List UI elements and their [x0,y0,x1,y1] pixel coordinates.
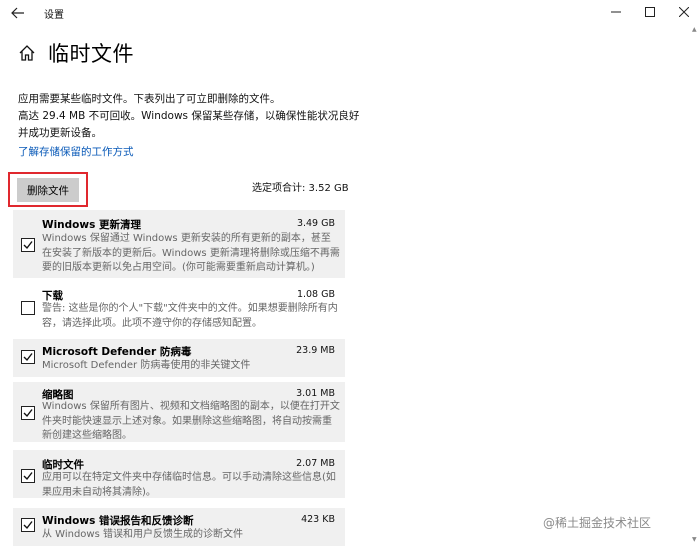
scrollbar[interactable] [690,26,700,546]
intro-text: 应用需要某些临时文件。下表列出了可立即删除的文件。 [18,93,281,105]
back-arrow-icon[interactable] [8,4,28,22]
list-item[interactable]: 缩略图 3.01 MB Windows 保留所有图片、视频和文档缩略图的副本，以便在… [13,382,345,442]
selected-total: 选定项合计: 3.52 GB [252,183,349,194]
item-size: 1.08 GB [296,289,335,300]
item-size: 3.01 MB [296,388,335,399]
item-name: 临时文件 [42,459,84,471]
item-name: Windows 更新清理 [42,219,141,231]
scroll-up-icon[interactable]: ▲ [692,26,697,33]
checkbox[interactable] [21,301,35,315]
item-description: 警告: 这些是你的个人"下载"文件夹中的文件。如果想要删除所有内容，请选择此项。… [42,303,338,329]
item-size: 423 KB [301,514,335,525]
list-item[interactable]: Windows 更新清理 3.49 GB Windows 保留通过 Windows … [13,210,345,278]
item-description: 应用可以在特定文件夹中存储临时信息。可以手动清除这些信息(如果应用未自动将其清除… [42,472,336,498]
page-header: 临时文件 [18,38,134,68]
checkbox[interactable] [21,469,35,483]
checkbox[interactable] [21,518,35,532]
item-size: 23.9 MB [296,345,335,356]
home-icon[interactable] [18,44,36,62]
page-title: 临时文件 [48,42,134,66]
checkbox[interactable] [21,350,35,364]
item-size: 2.07 MB [296,458,335,469]
list-item[interactable]: Microsoft Defender 防病毒 23.9 MB Microsoft D… [13,339,345,377]
list-item[interactable]: Windows 错误报告和反馈诊断 423 KB 从 Windows 错误和用户反馈… [13,508,345,546]
delete-files-button[interactable]: 删除文件 [17,178,79,202]
retention-note: 高达 29.4 MB 不可回收。Windows 保留某些存储，以确保性能状况良好… [18,110,360,139]
item-description: 从 Windows 错误和用户反馈生成的诊断文件 [42,529,243,540]
scroll-down-icon[interactable]: ▼ [692,536,697,543]
maximize-icon[interactable] [636,2,664,22]
minimize-icon[interactable] [602,2,630,22]
item-size: 3.49 GB [296,218,335,229]
watermark: @稀土掘金技术社区 [543,516,652,530]
item-description: Windows 保留所有图片、视频和文档缩略图的副本，以便在打开文件夹时能快速显… [42,401,340,441]
checkbox[interactable] [21,406,35,420]
list-item[interactable]: 临时文件 2.07 MB 应用可以在特定文件夹中存储临时信息。可以手动清除这些信息(… [13,450,345,498]
item-name: 下载 [42,290,63,302]
title-bar: 设置 [0,0,700,26]
list-item[interactable]: 下载 1.08 GB 警告: 这些是你的个人"下载"文件夹中的文件。如果想要删除所有… [13,283,345,334]
window-title: 设置 [44,10,64,21]
checkbox[interactable] [21,238,35,252]
item-name: Microsoft Defender 防病毒 [42,346,192,358]
item-description: Windows 保留通过 Windows 更新安装的所有更新的副本，甚至在安装了… [42,233,340,273]
learn-more-link[interactable]: 了解存储保留的工作方式 [18,144,134,159]
item-description: Microsoft Defender 防病毒使用的非关键文件 [42,360,251,371]
close-icon[interactable] [670,2,698,22]
item-name: Windows 错误报告和反馈诊断 [42,515,194,527]
